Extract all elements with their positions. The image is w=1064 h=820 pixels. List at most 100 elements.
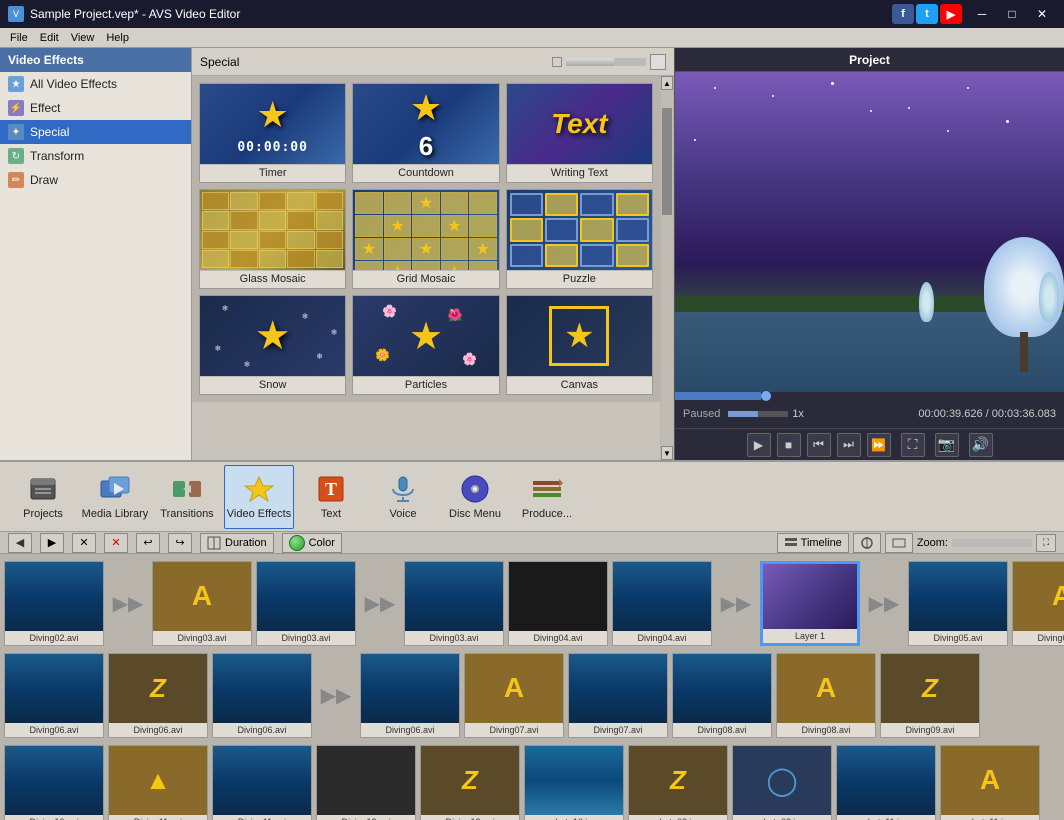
track-clip-layer1[interactable]: Layer 1 <box>760 561 860 646</box>
track-clip-diving08a[interactable]: Diving08.avi <box>672 653 772 738</box>
prev-frame-button[interactable]: ⏮ <box>807 433 831 457</box>
cancel-button[interactable]: ✕ <box>72 533 96 553</box>
youtube-icon[interactable]: ▶ <box>940 4 962 24</box>
delete-button[interactable]: ✕ <box>104 533 128 553</box>
timeline-area: ◀ ▶ ✕ ✕ ↩ ↪ Duration Color Timeline Zoom… <box>0 532 1064 554</box>
track-clip-diving06b[interactable]: Z Diving06.avi <box>108 653 208 738</box>
tool-video-effects[interactable]: Video Effects <box>224 465 294 529</box>
sidebar-item-draw[interactable]: ✏ Draw <box>0 168 191 192</box>
track-clip-diving06c[interactable]: Diving06.avi <box>212 653 312 738</box>
snapshot-button[interactable]: 📷 <box>935 433 959 457</box>
track-clip-diving05b[interactable]: A Diving05.avi <box>1012 561 1064 646</box>
track-clip-diving03a[interactable]: A Diving03.avi <box>152 561 252 646</box>
clip-thumb-diving03c <box>405 562 503 631</box>
next-frame-button[interactable]: ⏭ <box>837 433 861 457</box>
clip-thumb-diving06c <box>213 654 311 723</box>
menu-file[interactable]: File <box>4 30 34 46</box>
scroll-track[interactable] <box>661 90 673 446</box>
tool-transitions[interactable]: Transitions <box>152 465 222 529</box>
preview-video <box>675 72 1064 392</box>
effect-item-grid-mosaic[interactable]: ★ ★★ ★★★ ★★ Grid Mosaic <box>352 189 499 289</box>
track-clip-photo08a[interactable]: Z photo08.jpg <box>628 745 728 820</box>
effect-item-timer[interactable]: ★ 00:00:00 Timer <box>199 83 346 183</box>
fullscreen-button[interactable]: ⛶ <box>901 433 925 457</box>
track-clip-diving11b[interactable]: Diving11.avi <box>212 745 312 820</box>
disc-menu-label: Disc Menu <box>449 508 501 520</box>
track-clip-diving08b[interactable]: A Diving08.avi <box>776 653 876 738</box>
zoom-slider[interactable] <box>952 539 1032 547</box>
maximize-button[interactable]: □ <box>998 4 1026 24</box>
effect-item-particles[interactable]: ★ 🌸 🌺 🌼 🌸 Particles <box>352 295 499 395</box>
track-clip-photo11b[interactable]: A photo11.jpg <box>940 745 1040 820</box>
timeline-tracks[interactable]: Diving02.avi ▶▶ A Diving03.avi Diving03.… <box>0 554 1064 820</box>
effect-item-writing[interactable]: Text Writing Text <box>506 83 653 183</box>
track-clip-photo08b[interactable]: ◯ photo08.jpg <box>732 745 832 820</box>
tool-produce[interactable]: Produce... <box>512 465 582 529</box>
track-clip-diving07b[interactable]: Diving07.avi <box>568 653 668 738</box>
tool-media-library[interactable]: Media Library <box>80 465 150 529</box>
back-button[interactable]: ◀ <box>8 533 32 553</box>
clip-label-diving11b: Diving11.avi <box>213 815 311 820</box>
fullscreen-timeline-button[interactable]: ⛶ <box>1036 534 1056 552</box>
track-clip-photo11a[interactable]: photo11.jpg <box>836 745 936 820</box>
undo-button[interactable]: ↩ <box>136 533 160 553</box>
timeline-mode-button[interactable]: Timeline <box>777 533 849 553</box>
track-clip-diving12b[interactable]: Z Diving12.avi <box>420 745 520 820</box>
sidebar-item-transform[interactable]: ↻ Transform <box>0 144 191 168</box>
scroll-up-button[interactable]: ▲ <box>661 76 673 90</box>
clip-thumb-diving11a: ▲ <box>109 746 207 815</box>
text-icon: T <box>315 473 347 505</box>
timeline-settings-button[interactable] <box>853 533 881 553</box>
menu-help[interactable]: Help <box>100 30 135 46</box>
effect-item-countdown[interactable]: ★ 6 Countdown <box>352 83 499 183</box>
tool-voice[interactable]: Voice <box>368 465 438 529</box>
twitter-icon[interactable]: t <box>916 4 938 24</box>
clip-thumb-diving05a <box>909 562 1007 631</box>
track-clip-diving05a[interactable]: Diving05.avi <box>908 561 1008 646</box>
effect-item-canvas[interactable]: ★ Canvas <box>506 295 653 395</box>
close-button[interactable]: ✕ <box>1028 4 1056 24</box>
track-clip-diving04a[interactable]: Diving04.avi <box>508 561 608 646</box>
track-clip-diving09[interactable]: Z Diving09.avi <box>880 653 980 738</box>
minimize-button[interactable]: ─ <box>968 4 996 24</box>
track-clip-diving11a[interactable]: ▲ Diving11.avi <box>108 745 208 820</box>
redo-button[interactable]: ↪ <box>168 533 192 553</box>
track-clip-diving07a[interactable]: A Diving07.avi <box>464 653 564 738</box>
tool-text[interactable]: T Text <box>296 465 366 529</box>
effect-item-puzzle[interactable]: Puzzle <box>506 189 653 289</box>
clip-label-diving04b: Diving04.avi <box>613 631 711 645</box>
menu-edit[interactable]: Edit <box>34 30 65 46</box>
timeline-right: Timeline Zoom: ⛶ <box>777 533 1056 553</box>
tool-projects[interactable]: Projects <box>8 465 78 529</box>
facebook-icon[interactable]: f <box>892 4 914 24</box>
menu-view[interactable]: View <box>65 30 101 46</box>
play-button[interactable]: ▶ <box>747 433 771 457</box>
track-clip-diving06a[interactable]: Diving06.avi <box>4 653 104 738</box>
track-clip-photo10[interactable]: photo10.jpg <box>524 745 624 820</box>
track-clip-diving06d[interactable]: Diving06.avi <box>360 653 460 738</box>
track-clip-diving02[interactable]: Diving02.avi <box>4 561 104 646</box>
track-clip-diving03c[interactable]: Diving03.avi <box>404 561 504 646</box>
duration-button[interactable]: Duration <box>200 533 274 553</box>
tool-disc-menu[interactable]: Disc Menu <box>440 465 510 529</box>
speed-bar[interactable] <box>728 411 788 417</box>
forward-button[interactable]: ▶ <box>40 533 64 553</box>
skip-forward-button[interactable]: ⏩ <box>867 433 891 457</box>
sidebar-item-special[interactable]: ✦ Special <box>0 120 191 144</box>
progress-bar[interactable] <box>675 392 1064 400</box>
track-clip-diving10[interactable]: Diving10.avi <box>4 745 104 820</box>
volume-button[interactable]: 🔊 <box>969 433 993 457</box>
scroll-down-button[interactable]: ▼ <box>661 446 673 460</box>
sidebar-item-effect[interactable]: ⚡ Effect <box>0 96 191 120</box>
zoom-bar[interactable] <box>566 58 646 66</box>
timeline-view-button[interactable] <box>885 533 913 553</box>
color-button[interactable]: Color <box>282 533 342 553</box>
effect-item-snow[interactable]: ★ ❄ ❄ ❄ ❄ ❄ ❄ Snow <box>199 295 346 395</box>
stop-button[interactable]: ■ <box>777 433 801 457</box>
sidebar-item-all-video-effects[interactable]: ★ All Video Effects <box>0 72 191 96</box>
panel-icon-box[interactable] <box>650 54 666 70</box>
track-clip-diving12a[interactable]: Diving12.avi <box>316 745 416 820</box>
track-clip-diving03b[interactable]: Diving03.avi <box>256 561 356 646</box>
track-clip-diving04b[interactable]: Diving04.avi <box>612 561 712 646</box>
effect-item-glass-mosaic[interactable]: Glass Mosaic <box>199 189 346 289</box>
